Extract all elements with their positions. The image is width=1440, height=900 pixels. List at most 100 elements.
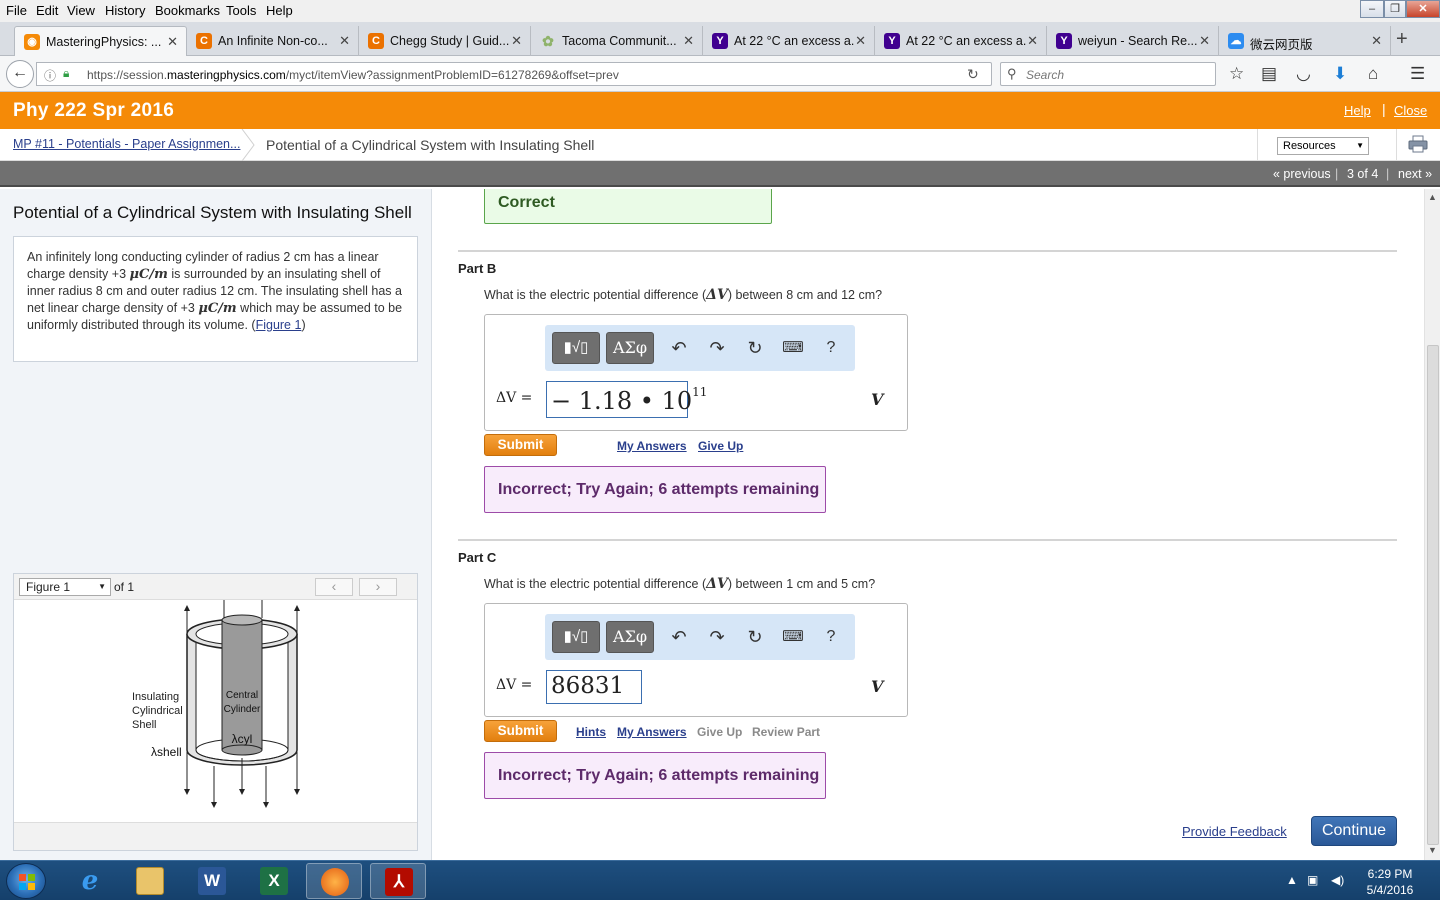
close-link[interactable]: Close <box>1394 103 1427 118</box>
taskbar-firefox[interactable] <box>306 863 362 899</box>
scroll-up-icon[interactable]: ▲ <box>1428 192 1437 202</box>
templates-button[interactable]: ▮√▯ <box>552 621 600 653</box>
provide-feedback-link[interactable]: Provide Feedback <box>1182 824 1287 839</box>
menu-bookmarks[interactable]: Bookmarks <box>155 3 220 18</box>
keyboard-icon[interactable]: ⌨ <box>782 337 804 359</box>
close-icon[interactable]: ✕ <box>1199 33 1210 49</box>
taskbar-explorer[interactable] <box>122 863 178 899</box>
reset-icon[interactable]: ↻ <box>744 337 766 359</box>
part-b-give-up-link[interactable]: Give Up <box>698 439 743 453</box>
undo-icon[interactable]: ↶ <box>668 626 690 648</box>
menu-tools[interactable]: Tools <box>226 3 256 18</box>
tab-weiyun-search[interactable]: Y weiyun - Search Re... ✕ <box>1047 26 1219 56</box>
windows-logo-icon <box>19 874 35 890</box>
reset-icon[interactable]: ↻ <box>744 626 766 648</box>
tab-infinite[interactable]: C An Infinite Non-co... ✕ <box>187 26 359 56</box>
unit-symbol: μC/m <box>129 267 168 282</box>
tray-expand-icon[interactable]: ▲ <box>1286 873 1298 887</box>
info-icon[interactable]: ⓘ <box>44 67 56 84</box>
feedback-text: Incorrect; Try Again; 6 attempts remaini… <box>498 767 820 784</box>
taskbar-excel[interactable]: X <box>246 863 302 899</box>
part-c-answer-input[interactable]: 86831 <box>546 670 642 704</box>
figure-dropdown[interactable]: Figure 1 ▼ <box>19 578 111 596</box>
pager-bar: « previous | 3 of 4 | next » <box>0 161 1440 187</box>
label-central-1: Central <box>226 690 258 701</box>
tab-yahoo-2[interactable]: Y At 22 °C an excess a... ✕ <box>875 26 1047 56</box>
menu-file[interactable]: File <box>6 3 27 18</box>
scroll-down-icon[interactable]: ▼ <box>1428 845 1437 855</box>
continue-button[interactable]: Continue <box>1311 816 1397 846</box>
reload-icon[interactable]: ↻ <box>967 66 979 83</box>
templates-button[interactable]: ▮√▯ <box>552 332 600 364</box>
keyboard-icon[interactable]: ⌨ <box>782 626 804 648</box>
resources-dropdown[interactable]: Resources ▼ <box>1277 137 1369 155</box>
close-icon[interactable]: ✕ <box>339 33 350 49</box>
close-icon[interactable]: ✕ <box>1027 33 1038 49</box>
next-link[interactable]: next » <box>1398 167 1432 181</box>
taskbar-word[interactable]: W <box>184 863 240 899</box>
part-b-answer-input[interactable]: − 1.18 • 1011 <box>546 381 707 418</box>
breadcrumb-assignment-link[interactable]: MP #11 - Potentials - Paper Assignmen... <box>13 137 240 151</box>
figure-link[interactable]: Figure 1 <box>256 318 302 332</box>
previous-link[interactable]: « previous <box>1273 167 1331 181</box>
menu-help[interactable]: Help <box>266 3 293 18</box>
close-icon[interactable]: ✕ <box>855 33 866 49</box>
greek-symbols-button[interactable]: ΑΣφ <box>606 332 654 364</box>
minimize-icon[interactable]: – <box>1360 0 1384 18</box>
menu-view[interactable]: View <box>67 3 95 18</box>
pocket-icon[interactable]: ◡ <box>1296 64 1311 84</box>
scrollbar[interactable]: ▲ ▼ <box>1424 189 1440 860</box>
tab-masteringphysics[interactable]: ◉ MasteringPhysics: ... ✕ <box>14 26 187 56</box>
taskbar-acrobat[interactable]: ⅄ <box>370 863 426 899</box>
tray-clock[interactable]: 6:29 PM 5/4/2016 <box>1360 866 1420 898</box>
menu-edit[interactable]: Edit <box>36 3 58 18</box>
redo-icon[interactable]: ↷ <box>706 626 728 648</box>
close-icon[interactable]: ✕ <box>683 33 694 49</box>
delta-v-symbol: ΔV <box>706 576 728 592</box>
help-icon[interactable]: ? <box>820 337 842 359</box>
back-icon[interactable]: ← <box>6 60 34 88</box>
tab-yahoo-1[interactable]: Y At 22 °C an excess a... ✕ <box>703 26 875 56</box>
hamburger-menu-icon[interactable]: ☰ <box>1410 64 1425 84</box>
greek-symbols-button[interactable]: ΑΣφ <box>606 621 654 653</box>
tab-label: Tacoma Communit... <box>562 34 677 48</box>
clock-date: 5/4/2016 <box>1366 883 1414 897</box>
label-shell-2: Cylindrical <box>132 705 183 717</box>
figure-next-button[interactable]: › <box>359 578 397 596</box>
part-c-my-answers-link[interactable]: My Answers <box>617 725 687 739</box>
scroll-thumb[interactable] <box>1427 345 1439 845</box>
close-icon[interactable]: ✕ <box>167 34 178 50</box>
network-icon[interactable]: ▣ <box>1307 873 1318 887</box>
part-c-hints-link[interactable]: Hints <box>576 725 606 739</box>
taskbar-ie[interactable]: e <box>62 863 118 899</box>
print-icon[interactable] <box>1408 135 1428 153</box>
redo-icon[interactable]: ↷ <box>706 337 728 359</box>
reading-list-icon[interactable]: ▤ <box>1261 64 1277 84</box>
help-link[interactable]: Help <box>1344 103 1371 118</box>
new-tab-icon[interactable]: + <box>1396 28 1408 51</box>
undo-icon[interactable]: ↶ <box>668 337 690 359</box>
part-b-submit-button[interactable]: Submit <box>484 434 557 456</box>
close-icon[interactable]: ✕ <box>511 33 522 49</box>
figure-prev-button[interactable]: ‹ <box>315 578 353 596</box>
part-b-my-answers-link[interactable]: My Answers <box>617 439 687 453</box>
part-c-submit-button[interactable]: Submit <box>484 720 557 742</box>
start-button[interactable] <box>6 863 46 899</box>
window-close-icon[interactable]: ✕ <box>1406 0 1440 18</box>
url-bar[interactable]: ⓘ 🔒︎ https://session.masteringphysics.co… <box>36 62 992 86</box>
figure-toolbar: Figure 1 ▼ of 1 ‹ › <box>14 574 417 600</box>
bookmark-star-icon[interactable]: ☆ <box>1229 64 1244 84</box>
maximize-icon[interactable]: ❐ <box>1384 0 1406 18</box>
answer-exponent: 11 <box>692 385 708 399</box>
tab-weiyun[interactable]: ☁ 微云网页版 ✕ <box>1219 26 1391 56</box>
taskbar: e W X ⅄ ▲ ▣ ◀) 6:29 PM 5/4/2016 <box>0 860 1440 900</box>
download-icon[interactable]: ⬇ <box>1333 64 1347 84</box>
tab-tacoma[interactable]: ✿ Tacoma Communit... ✕ <box>531 26 703 56</box>
home-icon[interactable]: ⌂ <box>1368 64 1378 84</box>
volume-icon[interactable]: ◀) <box>1331 873 1344 887</box>
menu-history[interactable]: History <box>105 3 145 18</box>
tab-chegg-study[interactable]: C Chegg Study | Guid... ✕ <box>359 26 531 56</box>
help-icon[interactable]: ? <box>820 626 842 648</box>
search-input[interactable]: ⚲ Search <box>1000 62 1216 86</box>
close-icon[interactable]: ✕ <box>1371 33 1382 49</box>
